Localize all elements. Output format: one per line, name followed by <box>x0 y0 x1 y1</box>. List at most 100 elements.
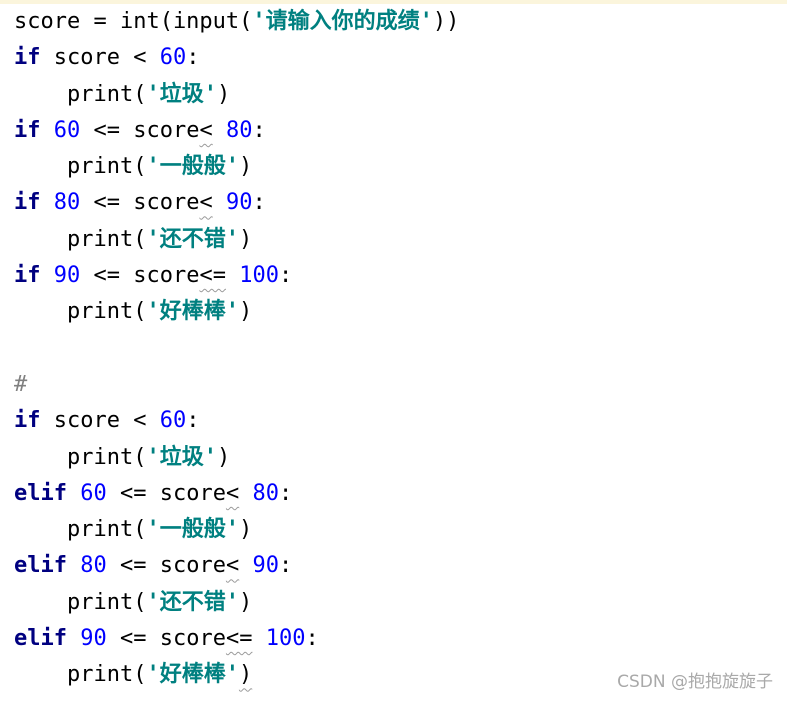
code-token-warning: ) <box>238 662 253 688</box>
code-text: <= score <box>80 117 200 143</box>
code-text: ) <box>238 517 253 543</box>
code-token-warning: < <box>199 117 213 143</box>
code-text: <= score <box>106 480 226 506</box>
code-keyword: elif <box>14 626 67 652</box>
code-text: print( <box>14 517 147 543</box>
code-number: 100 <box>265 626 306 652</box>
code-text: ) <box>216 81 231 107</box>
code-line[interactable]: elif 60 <= score< 80: <box>14 476 787 512</box>
code-keyword: elif <box>14 480 67 506</box>
code-number: 90 <box>53 263 81 289</box>
code-text: score = int(input( <box>14 9 253 34</box>
code-text: )) <box>432 9 460 34</box>
code-line[interactable]: print('好棒棒') <box>14 294 787 330</box>
code-number: 80 <box>80 553 107 579</box>
code-text: : <box>278 553 293 579</box>
code-token-warning: < <box>225 553 240 579</box>
code-keyword: if <box>14 408 41 434</box>
code-text: : <box>278 263 293 289</box>
code-line[interactable]: print('一般般') <box>14 512 787 548</box>
code-keyword: if <box>14 117 41 143</box>
code-token-warning: <= <box>225 626 253 652</box>
code-line[interactable]: print('一般般') <box>14 149 787 185</box>
watermark: CSDN @抱抱旋旋子 <box>617 672 773 692</box>
code-text: ) <box>216 444 231 470</box>
code-number: 80 <box>252 480 279 506</box>
code-line[interactable]: print('还不错') <box>14 222 787 258</box>
code-number: 80 <box>225 117 253 143</box>
code-text: print( <box>14 81 147 107</box>
code-string: '好棒棒' <box>146 662 239 688</box>
code-token-warning: < <box>199 190 213 216</box>
code-number: 100 <box>239 263 279 289</box>
code-text: print( <box>14 226 147 252</box>
code-line[interactable]: print('还不错') <box>14 585 787 621</box>
code-line[interactable]: # <box>14 367 787 403</box>
code-text: : <box>186 408 200 434</box>
code-line[interactable]: score = int(input('请输入你的成绩')) <box>14 4 787 40</box>
code-string: '请输入你的成绩' <box>252 9 433 34</box>
code-line[interactable]: if 90 <= score<= 100: <box>14 258 787 294</box>
code-text: ) <box>238 589 253 615</box>
code-keyword: if <box>14 45 41 71</box>
code-text: print( <box>14 662 147 688</box>
code-string: '好棒棒' <box>146 299 239 325</box>
code-text: ) <box>238 299 253 325</box>
code-string: '还不错' <box>146 226 239 252</box>
code-text: : <box>186 45 200 71</box>
code-line[interactable]: elif 90 <= score<= 100: <box>14 621 787 657</box>
code-text: : <box>305 626 319 652</box>
code-line[interactable]: if score < 60: <box>14 403 787 439</box>
code-line[interactable]: print('垃圾') <box>14 440 787 476</box>
code-line[interactable] <box>14 331 787 367</box>
code-token-warning: <= <box>199 263 226 289</box>
code-number: 90 <box>80 626 107 652</box>
code-line[interactable]: elif 80 <= score< 90: <box>14 548 787 584</box>
code-number: 60 <box>159 408 187 434</box>
code-editor[interactable]: score = int(input('请输入你的成绩')) if score < … <box>14 4 787 694</box>
code-number: 60 <box>80 480 107 506</box>
code-string: '还不错' <box>146 589 239 615</box>
code-text: <= score <box>106 553 226 579</box>
code-text: score < <box>40 45 160 71</box>
code-text: : <box>252 117 266 143</box>
code-text: : <box>278 480 293 506</box>
code-keyword: if <box>14 190 41 216</box>
code-text: : <box>252 190 266 216</box>
code-text: <= score <box>80 263 200 289</box>
code-text: print( <box>14 299 147 325</box>
code-text: print( <box>14 444 147 470</box>
code-text: score < <box>40 408 160 434</box>
code-keyword: if <box>14 263 41 289</box>
code-token-warning: < <box>225 480 240 506</box>
code-string: '一般般' <box>146 517 239 543</box>
code-text: <= score <box>106 626 226 652</box>
code-text: print( <box>14 154 147 180</box>
code-comment: # <box>14 371 28 397</box>
code-number: 90 <box>252 553 279 579</box>
code-number: 60 <box>159 45 187 71</box>
code-string: '垃圾' <box>146 81 217 107</box>
code-line[interactable]: if 80 <= score< 90: <box>14 185 787 221</box>
code-line[interactable]: if score < 60: <box>14 40 787 76</box>
code-keyword: elif <box>14 553 67 579</box>
code-line[interactable]: if 60 <= score< 80: <box>14 113 787 149</box>
code-line[interactable]: print('垃圾') <box>14 77 787 113</box>
code-text: print( <box>14 589 147 615</box>
code-string: '一般般' <box>146 154 239 180</box>
code-text: ) <box>238 154 253 180</box>
code-number: 80 <box>53 190 81 216</box>
code-number: 60 <box>53 117 81 143</box>
